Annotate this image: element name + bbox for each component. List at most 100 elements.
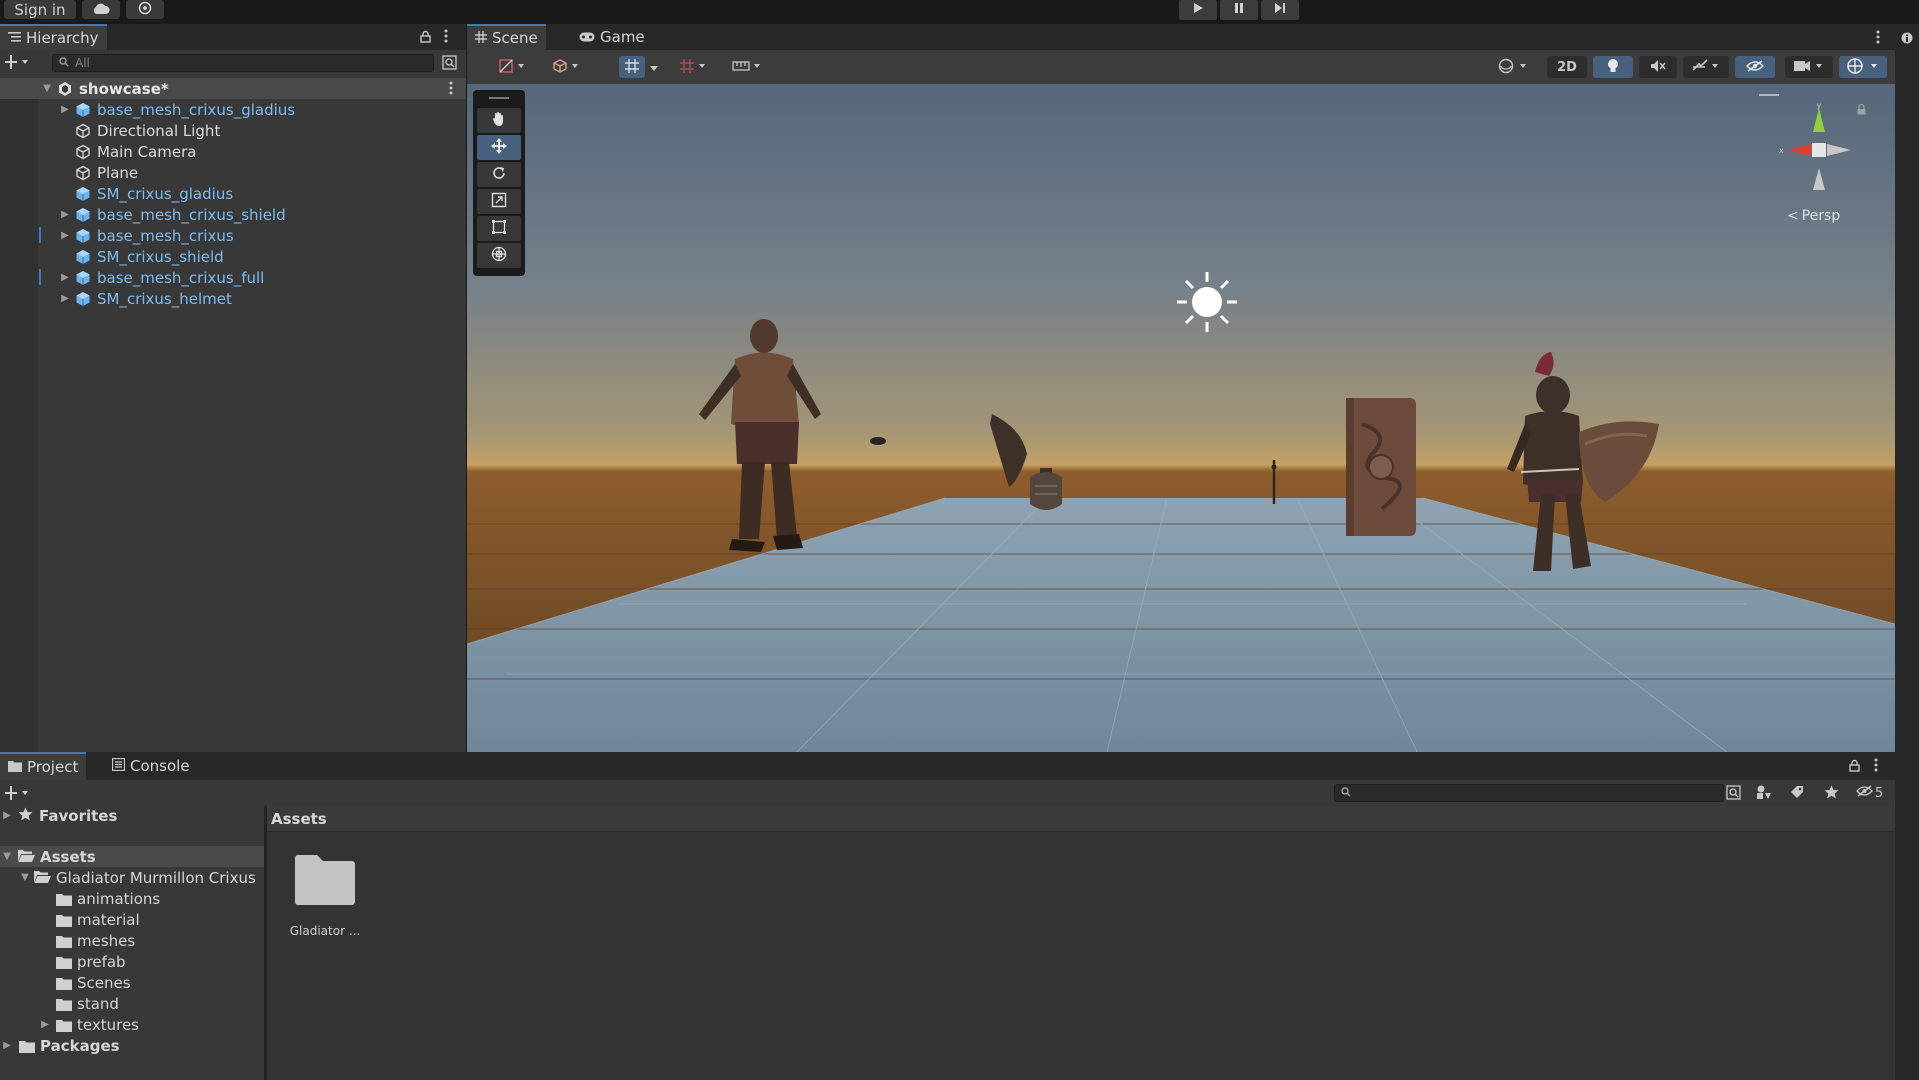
transform-tool-button[interactable] xyxy=(477,243,521,268)
helmet-object-crest[interactable] xyxy=(990,414,1027,487)
hierarchy-item[interactable]: ▶ SM_crixus_helmet xyxy=(58,288,232,309)
search-options-icon[interactable] xyxy=(442,55,457,70)
tab-project[interactable]: Project xyxy=(0,752,87,780)
hierarchy-item[interactable]: Directional Light xyxy=(58,120,220,141)
move-tool-button[interactable] xyxy=(477,135,521,160)
expand-arrow-icon[interactable]: ▼ xyxy=(0,851,14,862)
draw-mode-button[interactable] xyxy=(491,56,535,78)
expand-arrow-icon[interactable]: ▶ xyxy=(0,1040,14,1051)
directional-light-gizmo[interactable] xyxy=(1177,272,1237,332)
project-search-input[interactable] xyxy=(1334,784,1724,802)
scene-more-vertical-icon[interactable] xyxy=(1876,30,1880,44)
overlay-drag-handle[interactable] xyxy=(1759,94,1779,96)
hierarchy-item[interactable]: Plane xyxy=(58,162,138,183)
expand-arrow-icon[interactable]: ▶ xyxy=(58,104,72,115)
favorite-star-icon[interactable] xyxy=(1824,785,1839,799)
hierarchy-item[interactable]: ▶ base_mesh_crixus xyxy=(58,225,234,246)
tab-game[interactable]: Game xyxy=(571,24,653,50)
play-button[interactable] xyxy=(1179,0,1217,20)
scene-visibility-button[interactable] xyxy=(1735,56,1775,78)
asset-item-label: Gladiator ... xyxy=(289,924,361,938)
hidden-packages-toggle[interactable]: 5 xyxy=(1856,785,1883,801)
gizmos-button[interactable] xyxy=(1839,56,1887,78)
grid-snap-button[interactable] xyxy=(619,56,645,78)
lock-icon[interactable] xyxy=(420,30,431,43)
tree-folder[interactable]: material xyxy=(56,909,140,930)
expand-arrow-icon[interactable]: ▶ xyxy=(58,293,72,304)
grid-snap-dropdown[interactable] xyxy=(647,56,661,78)
expand-arrow-icon[interactable]: ▶ xyxy=(38,1019,52,1030)
tree-favorites[interactable]: ▶ Favorites xyxy=(0,805,117,826)
filter-type-icon[interactable] xyxy=(1756,785,1772,800)
expand-arrow-icon[interactable]: ▶ xyxy=(58,230,72,241)
collab-button[interactable] xyxy=(126,0,164,19)
ruler-button[interactable] xyxy=(725,56,769,78)
tree-packages[interactable]: ▶ Packages xyxy=(0,1035,120,1056)
gizmo-lock-icon[interactable] xyxy=(1857,104,1866,115)
hierarchy-item[interactable]: SM_crixus_gladius xyxy=(58,183,233,204)
gameobject-cube-icon xyxy=(74,164,92,182)
folder-icon xyxy=(56,976,72,990)
hierarchy-item[interactable]: ▶ base_mesh_crixus_full xyxy=(58,267,264,288)
lighting-toggle-button[interactable] xyxy=(1593,56,1633,78)
project-more-vertical-icon[interactable] xyxy=(1874,758,1878,772)
hand-tool-button[interactable] xyxy=(477,108,521,133)
hierarchy-item[interactable]: Main Camera xyxy=(58,141,196,162)
pause-button[interactable] xyxy=(1220,0,1258,20)
hierarchy-search-input[interactable]: All xyxy=(52,54,434,72)
orientation-gizmo[interactable]: y x xyxy=(1769,100,1869,200)
increment-snap-button[interactable] xyxy=(675,56,711,78)
projection-toggle[interactable]: < Persp xyxy=(1787,208,1840,224)
info-icon[interactable] xyxy=(1901,32,1913,44)
more-vertical-icon[interactable] xyxy=(444,29,448,43)
scene-object-small[interactable] xyxy=(870,437,886,445)
cloud-button[interactable] xyxy=(82,0,120,19)
scene-viewport[interactable]: y x < Persp xyxy=(467,84,1895,752)
expand-arrow-icon[interactable]: ▶ xyxy=(58,209,72,220)
render-mode-button[interactable] xyxy=(545,56,589,78)
overlay-drag-handle[interactable] xyxy=(489,97,509,99)
hierarchy-item[interactable]: SM_crixus_shield xyxy=(58,246,224,267)
tree-folder[interactable]: meshes xyxy=(56,930,135,951)
tree-folder[interactable]: ▶ textures xyxy=(38,1014,139,1035)
tree-folder[interactable]: animations xyxy=(56,888,160,909)
hierarchy-item[interactable]: ▶ base_mesh_crixus_shield xyxy=(58,204,285,225)
scene-root[interactable]: ▼ showcase* xyxy=(40,78,169,99)
expand-arrow-icon[interactable]: ▼ xyxy=(18,872,32,883)
tree-folder-root[interactable]: ▼ Gladiator Murmillon Crixus xyxy=(18,867,256,888)
assets-breadcrumb[interactable]: Assets xyxy=(267,806,1895,832)
tree-assets[interactable]: ▼ Assets xyxy=(0,846,96,867)
add-button[interactable] xyxy=(5,55,31,69)
tree-folder[interactable]: prefab xyxy=(56,951,126,972)
label-tag-icon[interactable] xyxy=(1790,785,1804,799)
scale-tool-button[interactable] xyxy=(477,189,521,214)
gladiator-figure-left[interactable] xyxy=(699,319,821,552)
expand-arrow-icon[interactable]: ▶ xyxy=(58,272,72,283)
audio-toggle-button[interactable] xyxy=(1639,56,1677,78)
rotate-tool-button[interactable] xyxy=(477,162,521,187)
step-button[interactable] xyxy=(1261,0,1299,20)
hierarchy-item-label: Plane xyxy=(97,163,139,182)
shield-object[interactable] xyxy=(1346,398,1416,536)
effects-button[interactable] xyxy=(1683,56,1729,78)
shading-sphere-button[interactable] xyxy=(1491,56,1535,78)
tab-hierarchy[interactable]: Hierarchy xyxy=(0,24,107,50)
sign-in-button[interactable]: Sign in xyxy=(4,0,76,19)
tab-console[interactable]: Console xyxy=(104,752,198,780)
expand-arrow-icon[interactable]: ▶ xyxy=(0,810,14,821)
tree-folder[interactable]: stand xyxy=(56,993,119,1014)
packages-label: Packages xyxy=(40,1036,120,1055)
hierarchy-item[interactable]: ▶ base_mesh_crixus_gladius xyxy=(58,99,295,120)
rect-tool-button[interactable] xyxy=(477,216,521,241)
tree-folder[interactable]: Scenes xyxy=(56,972,131,993)
expand-arrow-icon[interactable]: ▼ xyxy=(40,83,54,94)
scene-more-icon[interactable] xyxy=(449,81,453,95)
asset-grid-item[interactable]: Gladiator ... xyxy=(285,852,365,952)
camera-settings-button[interactable] xyxy=(1785,56,1833,78)
project-add-button[interactable] xyxy=(5,786,31,800)
project-lock-icon[interactable] xyxy=(1849,759,1860,772)
tab-scene[interactable]: Scene xyxy=(467,24,546,50)
helmet-object[interactable] xyxy=(1030,468,1062,510)
search-by-type-icon[interactable] xyxy=(1726,785,1741,800)
2d-toggle-button[interactable]: 2D xyxy=(1547,56,1587,78)
